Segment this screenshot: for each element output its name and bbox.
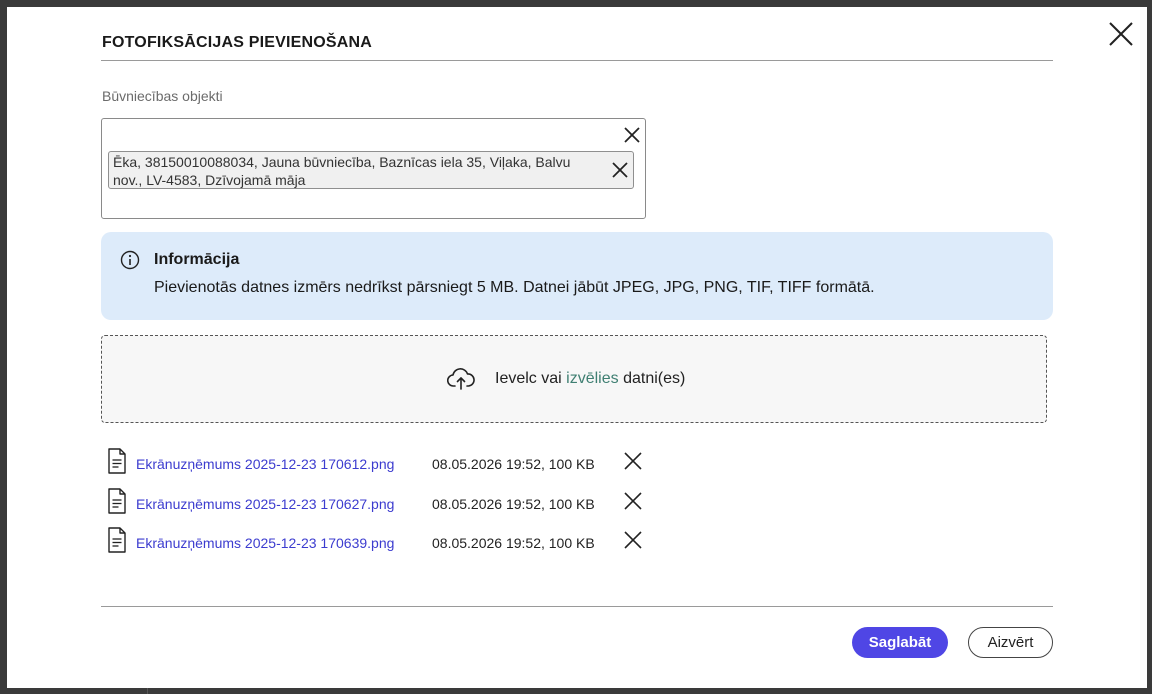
document-icon [108, 448, 126, 474]
info-text: Pievienotās datnes izmērs nedrīkst pārsn… [154, 279, 875, 296]
info-icon [120, 250, 140, 270]
info-title: Informācija [154, 251, 240, 268]
header-divider [101, 60, 1053, 61]
remove-chip-icon[interactable] [611, 161, 629, 179]
remove-file-icon[interactable] [624, 452, 642, 470]
info-banner: Informācija Pievienotās datnes izmērs ne… [101, 232, 1053, 320]
cloud-upload-icon [447, 368, 475, 390]
document-icon [108, 527, 126, 553]
choose-files-link[interactable]: izvēlies [566, 370, 618, 387]
selected-object-chip: Ēka, 38150010088034, Jauna būvniecība, B… [108, 151, 634, 189]
file-meta: 08.05.2026 19:52, 100 KB [432, 456, 595, 472]
remove-file-icon[interactable] [624, 492, 642, 510]
objects-field-label: Būvniecības objekti [102, 88, 223, 104]
file-name-link[interactable]: Ekrānuzņēmums 2025-12-23 170627.png [136, 496, 394, 512]
save-button[interactable]: Saglabāt [852, 627, 948, 658]
remove-file-icon[interactable] [624, 531, 642, 549]
dropzone-prefix: Ievelc vai [495, 370, 562, 387]
file-name-link[interactable]: Ekrānuzņēmums 2025-12-23 170639.png [136, 535, 394, 551]
footer-divider [101, 606, 1053, 607]
file-dropzone[interactable]: Ievelc vai izvēlies datni(es) [101, 335, 1047, 423]
file-meta: 08.05.2026 19:52, 100 KB [432, 535, 595, 551]
dropzone-suffix: datni(es) [623, 370, 686, 387]
document-icon [108, 488, 126, 514]
close-icon[interactable] [1108, 21, 1134, 47]
close-button[interactable]: Aizvērt [968, 627, 1053, 658]
photo-upload-dialog: FOTOFIKSĀCIJAS PIEVIENOŠANA Būvniecības … [7, 7, 1147, 688]
chip-label: Ēka, 38150010088034, Jauna būvniecība, B… [113, 154, 571, 188]
clear-all-icon[interactable] [623, 126, 641, 144]
background-divider [147, 688, 148, 694]
dropzone-text: Ievelc vai izvēlies datni(es) [495, 370, 685, 388]
dialog-title: FOTOFIKSĀCIJAS PIEVIENOŠANA [102, 34, 373, 51]
file-name-link[interactable]: Ekrānuzņēmums 2025-12-23 170612.png [136, 456, 394, 472]
objects-multiselect[interactable]: Ēka, 38150010088034, Jauna būvniecība, B… [101, 118, 646, 219]
file-meta: 08.05.2026 19:52, 100 KB [432, 496, 595, 512]
